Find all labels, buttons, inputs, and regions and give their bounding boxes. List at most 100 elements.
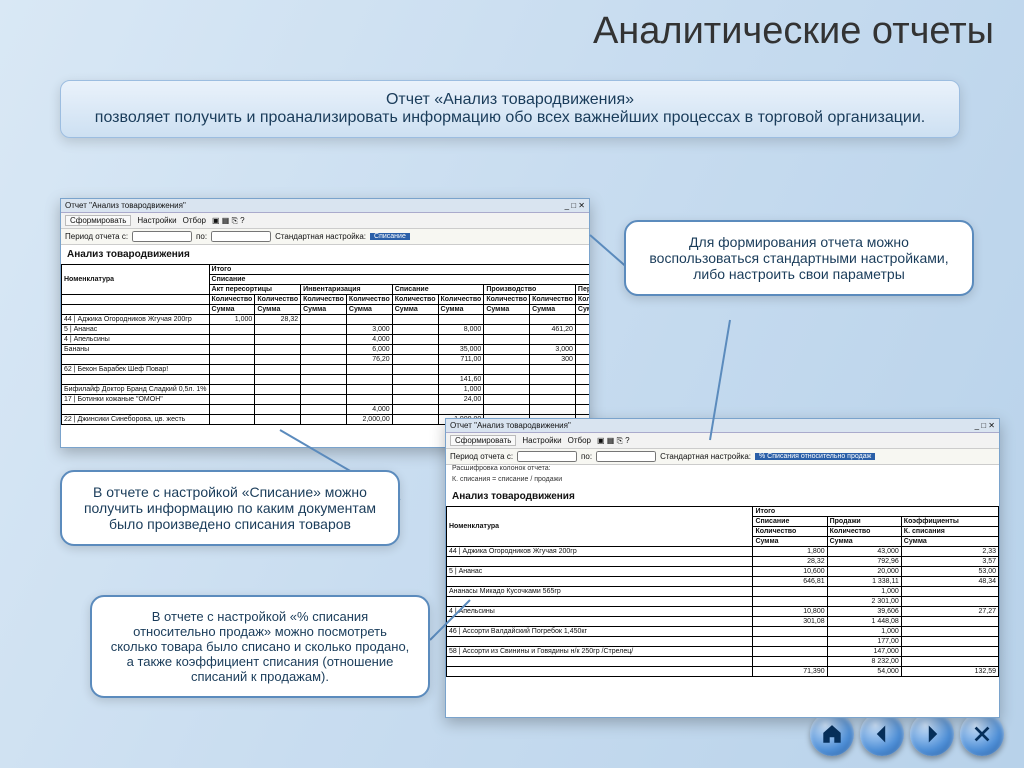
legend-formula: К. списания = списание / продажи — [446, 476, 999, 487]
cell-value: 177,00 — [827, 637, 901, 647]
col-sp2: Списание — [392, 285, 484, 295]
std-setting-value[interactable]: Списание — [370, 233, 410, 240]
run-button[interactable]: Сформировать — [450, 435, 516, 446]
cell-value — [530, 375, 576, 385]
table-row: 301,081 448,08 — [447, 617, 999, 627]
nav-next-button[interactable] — [910, 712, 954, 756]
cell-value — [438, 315, 484, 325]
filter-link[interactable]: Отбор — [183, 216, 206, 225]
col-kol: Количество — [209, 295, 255, 305]
filter-link[interactable]: Отбор — [568, 436, 591, 445]
table-row: 17 | Ботинки кожаные "ОМОН"24,00 — [62, 395, 590, 405]
col-itogo: Итого — [753, 507, 999, 517]
toolbar-icons[interactable]: ▣ ▦ ⎘ ? — [212, 216, 245, 226]
desc-line2: позволяет получить и проанализировать ин… — [81, 109, 939, 127]
cell-nomenclature — [447, 667, 753, 677]
nav-home-button[interactable] — [810, 712, 854, 756]
cell-value: 711,00 — [438, 355, 484, 365]
table-row: 4,000 — [62, 405, 590, 415]
run-button[interactable]: Сформировать — [65, 215, 131, 226]
cell-value: 132,59 — [901, 667, 998, 677]
cell-value — [901, 647, 998, 657]
cell-nomenclature: 58 | Ассорти из Свинины и Говядины н/к 2… — [447, 647, 753, 657]
period-from-label: Период отчета с: — [65, 232, 128, 241]
col-proizv: Производство — [484, 285, 576, 295]
toolbar-icons[interactable]: ▣ ▦ ⎘ ? — [597, 436, 630, 446]
cell-value: 8 232,00 — [827, 657, 901, 667]
col-prodazhi: Продажи — [827, 517, 901, 527]
cell-value — [255, 415, 301, 425]
cell-value: 461,20 — [530, 325, 576, 335]
cell-nomenclature — [62, 355, 210, 365]
cell-nomenclature — [62, 405, 210, 415]
cell-value: 1,800 — [753, 547, 827, 557]
cell-value: 2 301,00 — [827, 597, 901, 607]
cell-value — [392, 345, 438, 355]
cell-value — [484, 365, 530, 375]
cell-value — [438, 405, 484, 415]
cell-value: 10,800 — [753, 607, 827, 617]
period-to-input[interactable] — [596, 451, 656, 462]
std-setting-label: Стандартная настройка: — [660, 452, 751, 461]
settings-link[interactable]: Настройки — [522, 436, 561, 445]
period-from-input[interactable] — [132, 231, 192, 242]
cell-nomenclature: 5 | Ананас — [447, 567, 753, 577]
cell-value — [392, 335, 438, 345]
window-controls[interactable]: _ □ ✕ — [565, 201, 585, 210]
period-to-input[interactable] — [211, 231, 271, 242]
col-nomenclature: Номенклатура — [447, 507, 753, 547]
col-akt: Акт пересортицы — [209, 285, 301, 295]
table-row: 76,20711,00300523,33 — [62, 355, 590, 365]
cell-value: 35,000 — [438, 345, 484, 355]
cell-value — [575, 355, 589, 365]
cell-value — [484, 315, 530, 325]
std-setting-value[interactable]: % Списания относительно продаж — [755, 453, 875, 460]
cell-value — [392, 415, 438, 425]
cell-nomenclature: 22 | Джинсики Синеборова, цв. жесть — [62, 415, 210, 425]
col-sum: Сумма — [209, 305, 255, 315]
cell-nomenclature — [447, 577, 753, 587]
cell-nomenclature — [62, 375, 210, 385]
cell-value — [753, 647, 827, 657]
window-controls[interactable]: _ □ ✕ — [975, 421, 995, 430]
cell-value — [901, 627, 998, 637]
cell-value: 27,27 — [901, 607, 998, 617]
cell-value — [530, 385, 576, 395]
cell-value — [255, 365, 301, 375]
nav-close-button[interactable] — [960, 712, 1004, 756]
nav-prev-button[interactable] — [860, 712, 904, 756]
cell-nomenclature: 44 | Аджика Огородников Жгучая 200гр — [447, 547, 753, 557]
cell-nomenclature: 62 | Бекон Барабек Шеф Повар! — [62, 365, 210, 375]
cell-value — [901, 637, 998, 647]
table-row: 2 301,00 — [447, 597, 999, 607]
cell-value — [301, 385, 347, 395]
cell-value — [484, 375, 530, 385]
cell-value — [575, 365, 589, 375]
callout-percent: В отчете с настройкой «% списания относи… — [90, 595, 430, 698]
cell-value — [392, 395, 438, 405]
cell-value: 71,390 — [753, 667, 827, 677]
cell-value — [392, 355, 438, 365]
cell-value — [484, 345, 530, 355]
filter-bar: Период отчета с: по: Стандартная настрой… — [61, 229, 589, 245]
report-table: Номенклатура Итого Списание Продажи Коэф… — [446, 506, 999, 677]
cell-value: 3,57 — [901, 557, 998, 567]
cell-value — [346, 395, 392, 405]
report-heading: Анализ товародвижения — [61, 245, 589, 264]
settings-link[interactable]: Настройки — [137, 216, 176, 225]
cell-value — [392, 375, 438, 385]
cell-value — [346, 375, 392, 385]
cell-value: 53,00 — [901, 567, 998, 577]
toolbar: Сформировать Настройки Отбор ▣ ▦ ⎘ ? — [446, 433, 999, 449]
cell-value: 792,96 — [827, 557, 901, 567]
cell-value — [301, 315, 347, 325]
cell-value — [575, 405, 589, 415]
period-from-input[interactable] — [517, 451, 577, 462]
table-row: 28,32792,963,57 — [447, 557, 999, 567]
cell-value: 28,32 — [753, 557, 827, 567]
cell-nomenclature: 4 | Апельсины — [447, 607, 753, 617]
window-titlebar: Отчет "Анализ товародвижения" _ □ ✕ — [446, 419, 999, 433]
period-to-label: по: — [196, 232, 207, 241]
cell-value — [209, 415, 255, 425]
cell-value: 1,000 — [209, 315, 255, 325]
